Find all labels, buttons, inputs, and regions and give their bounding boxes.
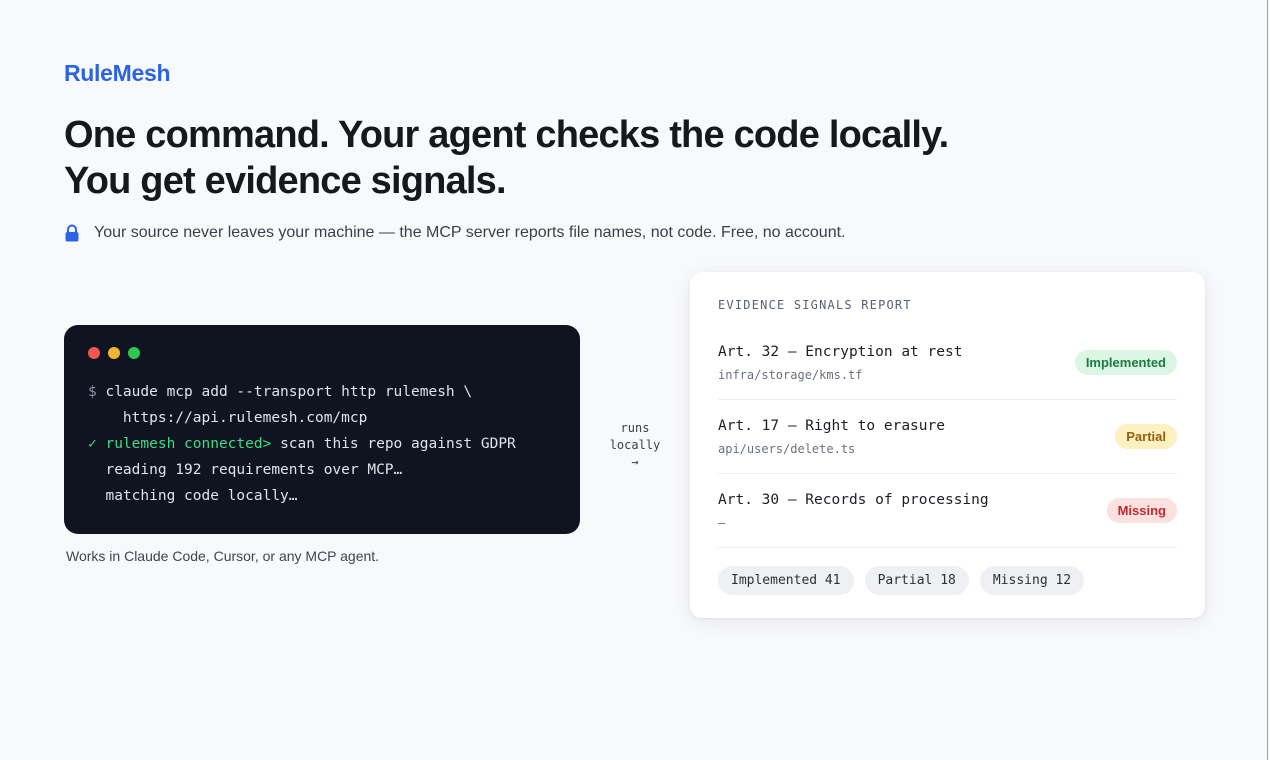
command-text: claude mcp add --transport http rulemesh…	[96, 384, 473, 400]
close-dot-icon	[88, 347, 100, 359]
summary-chips: Implemented 41 Partial 18 Missing 12	[718, 566, 1177, 595]
requirement-row[interactable]: Art. 32 — Encryption at rest infra/stora…	[718, 326, 1177, 400]
privacy-note: Your source never leaves your machine — …	[64, 224, 845, 242]
headline-line-1: One command. Your agent checks the code …	[64, 114, 949, 156]
status-badge-partial: Partial	[1115, 424, 1177, 449]
connected-label: rulemesh connected>	[96, 436, 272, 452]
terminal-line-matching: matching code locally…	[88, 488, 298, 504]
summary-chip-implemented[interactable]: Implemented 41	[718, 566, 854, 595]
requirement-name: Art. 32 — Encryption at rest	[718, 343, 963, 360]
privacy-note-text: Your source never leaves your machine — …	[94, 224, 846, 241]
requirement-row[interactable]: Art. 30 — Records of processing — Missin…	[718, 474, 1177, 548]
summary-chip-missing[interactable]: Missing 12	[979, 566, 1085, 595]
requirement-text: Art. 30 — Records of processing —	[718, 492, 989, 530]
runs-text: runs	[620, 421, 650, 435]
maximize-dot-icon	[128, 347, 140, 359]
compatibility-note: Works in Claude Code, Cursor, or any MCP…	[66, 548, 380, 564]
scan-command: scan this repo against GDPR	[271, 436, 516, 452]
terminal-window: $ claude mcp add --transport http ruleme…	[64, 325, 580, 534]
terminal-line-reading: reading 192 requirements over MCP…	[88, 462, 403, 478]
requirement-text: Art. 17 — Right to erasure api/users/del…	[718, 418, 945, 456]
page-headline: One command. Your agent checks the code …	[64, 112, 1164, 204]
check-icon: ✓	[88, 436, 97, 452]
requirement-text: Art. 32 — Encryption at rest infra/stora…	[718, 344, 962, 382]
window-controls	[88, 347, 556, 359]
requirement-file: api/users/delete.ts	[718, 441, 856, 456]
requirement-file: infra/storage/kms.tf	[718, 367, 863, 382]
requirement-file: —	[718, 515, 726, 530]
requirement-name: Art. 30 — Records of processing	[718, 491, 989, 508]
arrow-right-icon: →	[631, 455, 639, 469]
terminal-line-url: https://api.rulemesh.com/mcp	[88, 410, 368, 426]
brand-logo[interactable]: RuleMesh	[64, 60, 171, 87]
locally-text: locally	[609, 438, 661, 452]
report-title: EVIDENCE SIGNALS REPORT	[718, 298, 912, 312]
minimize-dot-icon	[108, 347, 120, 359]
prompt-symbol: $	[88, 384, 97, 400]
lock-icon	[64, 224, 80, 242]
status-badge-implemented: Implemented	[1074, 350, 1177, 375]
evidence-report-card: EVIDENCE SIGNALS REPORT Art. 32 — Encryp…	[690, 272, 1205, 618]
runs-locally-label: runs locally →	[600, 420, 670, 471]
requirement-name: Art. 17 — Right to erasure	[718, 417, 945, 434]
summary-chip-partial[interactable]: Partial 18	[864, 566, 969, 595]
status-badge-missing: Missing	[1106, 498, 1177, 523]
headline-line-2: You get evidence signals.	[64, 160, 507, 202]
terminal-line-command[interactable]: $ claude mcp add --transport http ruleme…	[88, 379, 556, 405]
window-edge-line	[1267, 0, 1268, 760]
terminal-line-connected: ✓ rulemesh connected> scan this repo aga…	[88, 431, 556, 457]
requirement-row[interactable]: Art. 17 — Right to erasure api/users/del…	[718, 400, 1177, 474]
